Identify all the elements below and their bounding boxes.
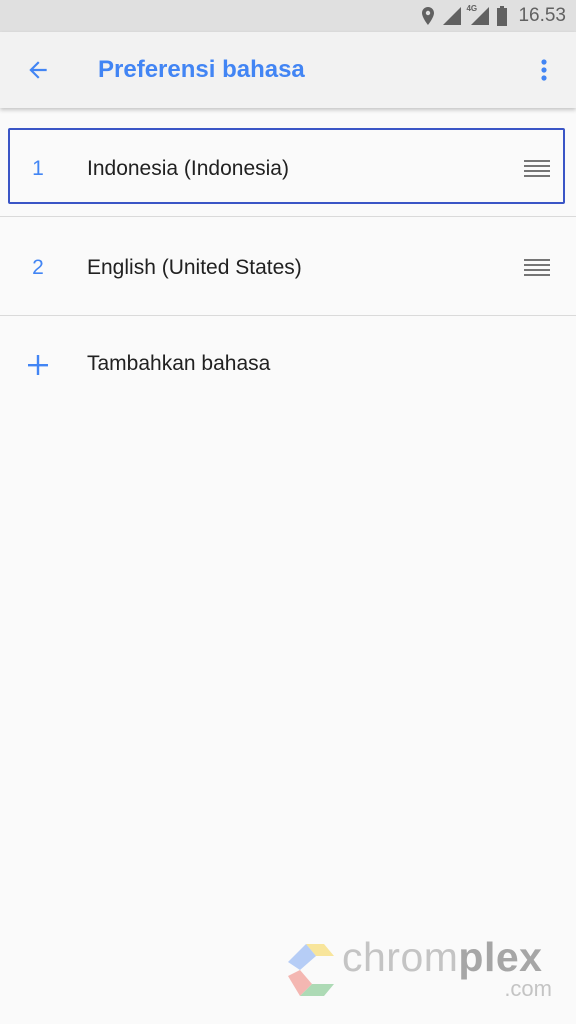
add-language-label: Tambahkan bahasa [87, 352, 271, 375]
more-vert-icon [541, 59, 547, 81]
watermark-text: chromplex [342, 934, 542, 981]
more-options-button[interactable] [526, 46, 562, 94]
back-button[interactable] [14, 46, 62, 94]
status-bar: 4G 16.53 [0, 0, 576, 32]
battery-icon [497, 6, 508, 26]
watermark-text-light: chrom [342, 934, 459, 980]
language-item-english[interactable]: 2 English (United States) [0, 217, 576, 315]
page-title: Preferensi bahasa [98, 56, 305, 83]
add-language-button[interactable]: Tambahkan bahasa [0, 316, 576, 414]
plus-icon [28, 355, 48, 375]
watermark-logo: chromplex .com [284, 934, 564, 1004]
status-time: 16.53 [518, 5, 566, 26]
chromplex-logo-icon [288, 944, 334, 996]
language-item-indonesia[interactable]: 1 Indonesia (Indonesia) [0, 118, 576, 216]
signal-icon [443, 7, 462, 25]
status-icons: 4G 16.53 [420, 0, 566, 32]
drag-handle-icon[interactable] [524, 159, 550, 179]
signal-4g-icon: 4G [466, 4, 490, 26]
language-order-number: 1 [32, 157, 44, 180]
watermark-text-bold: plex [458, 934, 543, 980]
arrow-back-icon [29, 61, 47, 79]
language-order-number: 2 [32, 256, 44, 279]
watermark-domain: .com [504, 976, 552, 1001]
language-label: English (United States) [87, 256, 302, 279]
language-label: Indonesia (Indonesia) [87, 157, 289, 180]
location-icon [422, 7, 435, 25]
drag-handle-icon[interactable] [524, 258, 550, 278]
app-bar: Preferensi bahasa [0, 32, 576, 108]
